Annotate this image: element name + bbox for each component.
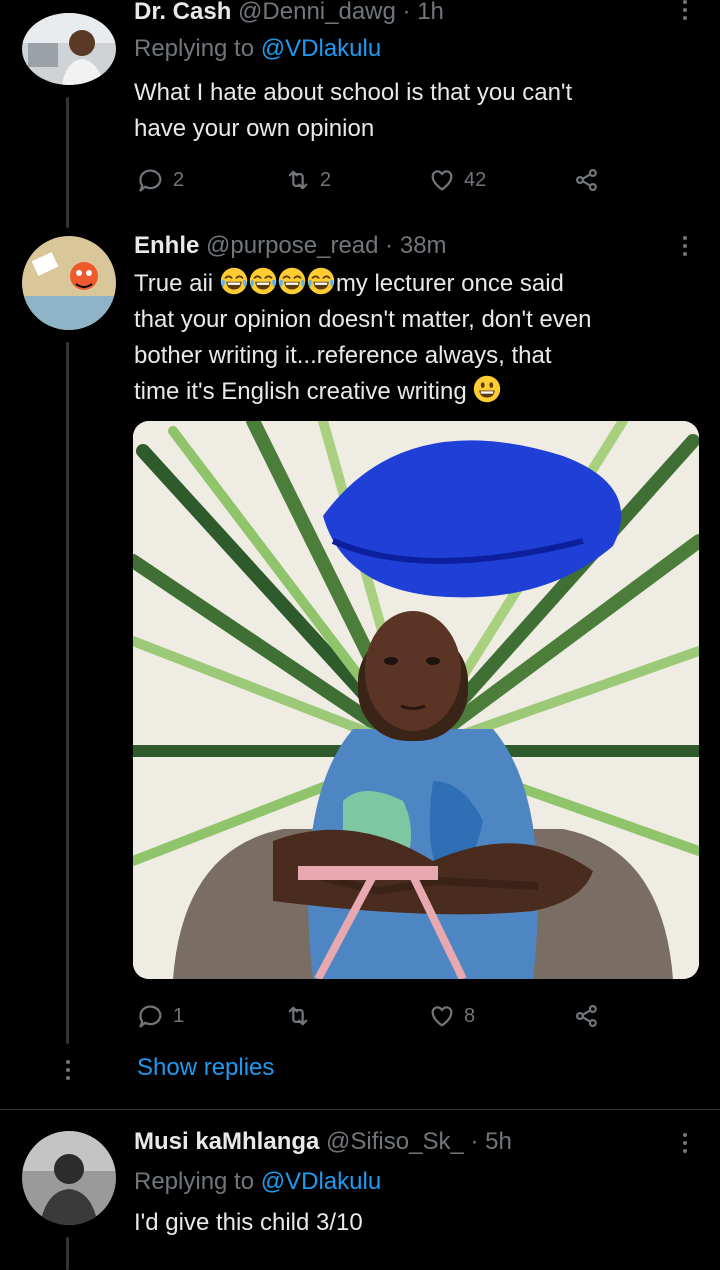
display-name[interactable]: Enhle — [134, 232, 199, 259]
speech-bubble-icon — [139, 169, 162, 192]
reply-count: 2 — [173, 168, 185, 191]
tweet-header: Enhle @purpose_read · 38m — [134, 231, 447, 261]
separator: · — [385, 232, 394, 259]
like-count: 42 — [464, 168, 487, 191]
tweet-text-line: What I hate about school is that you can… — [134, 79, 573, 106]
reply-count: 1 — [173, 1004, 185, 1027]
display-name[interactable]: Musi kaMhlanga — [134, 1128, 319, 1155]
tweet-text-line: time it's English creative writing — [134, 374, 591, 410]
replying-to-link[interactable]: @VDlakulu — [261, 1168, 381, 1195]
replying-to-link[interactable]: @VDlakulu — [261, 35, 381, 62]
thread-line — [66, 1237, 69, 1270]
like-count: 8 — [464, 1004, 476, 1027]
retweet-button[interactable]: 2 — [284, 166, 331, 194]
retweet-icon — [288, 1006, 308, 1026]
share-icon — [575, 168, 597, 192]
replying-to: Replying to @VDlakulu — [134, 1167, 381, 1197]
like-button[interactable]: 42 — [428, 166, 486, 194]
tweet-text-fragment: my lecturer once said — [335, 270, 564, 297]
tweet-text-line: bother writing it...reference always, th… — [134, 342, 552, 369]
tweet-text-fragment: time it's English creative writing — [134, 378, 474, 405]
thread-gap-icon — [65, 1060, 71, 1084]
share-icon — [575, 1004, 597, 1028]
tweet-text-fragment: True aii — [134, 270, 220, 297]
replying-prefix: Replying to — [134, 35, 255, 62]
retweet-button[interactable] — [284, 1002, 312, 1030]
timestamp[interactable]: 1h — [417, 0, 444, 25]
divider — [0, 1109, 720, 1110]
retweet-icon — [288, 170, 308, 190]
laughing-emoji-icon — [278, 267, 306, 295]
more-options-icon[interactable] — [682, 1133, 688, 1157]
grinning-emoji-icon — [473, 375, 501, 403]
laughing-emoji-icon — [220, 267, 248, 295]
handle[interactable]: @purpose_read — [206, 232, 378, 259]
heart-icon — [431, 170, 453, 191]
thread-line — [66, 342, 69, 1044]
tweet-header: Dr. Cash @Denni_dawg · 1h — [134, 0, 444, 27]
tweet-text-line: I'd give this child 3/10 — [134, 1209, 363, 1236]
retweet-count: 2 — [320, 168, 332, 191]
avatar[interactable] — [22, 236, 116, 330]
tweet-text-line: that your opinion doesn't matter, don't … — [134, 306, 592, 333]
separator: · — [402, 0, 411, 25]
tweet-text: True aii my lecturer once said that your… — [134, 266, 591, 410]
laughing-emoji-icon — [307, 267, 335, 295]
timestamp[interactable]: 38m — [400, 232, 447, 259]
tweet-text: What I hate about school is that you can… — [134, 75, 572, 147]
tweet-header: Musi kaMhlanga @Sifiso_Sk_ · 5h — [134, 1127, 512, 1157]
handle[interactable]: @Sifiso_Sk_ — [326, 1128, 464, 1155]
tweet-text-line: True aii my lecturer once said — [134, 266, 591, 302]
tweet-media-image[interactable] — [133, 421, 699, 979]
more-options-icon[interactable] — [682, 0, 688, 24]
separator: · — [470, 1128, 479, 1155]
heart-icon — [431, 1006, 453, 1027]
replying-prefix: Replying to — [134, 1168, 255, 1195]
speech-bubble-icon — [139, 1005, 162, 1028]
like-button[interactable]: 8 — [428, 1002, 475, 1030]
avatar[interactable] — [22, 1131, 116, 1225]
handle[interactable]: @Denni_dawg — [238, 0, 396, 25]
avatar[interactable] — [22, 13, 116, 85]
tweet-text-line: have your own opinion — [134, 115, 375, 142]
show-replies-link[interactable]: Show replies — [137, 1054, 274, 1082]
reply-button[interactable]: 2 — [137, 166, 184, 194]
share-button[interactable] — [573, 1002, 601, 1030]
timestamp[interactable]: 5h — [485, 1128, 512, 1155]
thread-line — [66, 97, 69, 228]
more-options-icon[interactable] — [682, 236, 688, 260]
reply-button[interactable]: 1 — [137, 1002, 184, 1030]
display-name[interactable]: Dr. Cash — [134, 0, 231, 25]
tweet-text: I'd give this child 3/10 — [134, 1205, 363, 1241]
share-button[interactable] — [573, 166, 601, 194]
replying-to: Replying to @VDlakulu — [134, 34, 381, 64]
laughing-emoji-icon — [249, 267, 277, 295]
